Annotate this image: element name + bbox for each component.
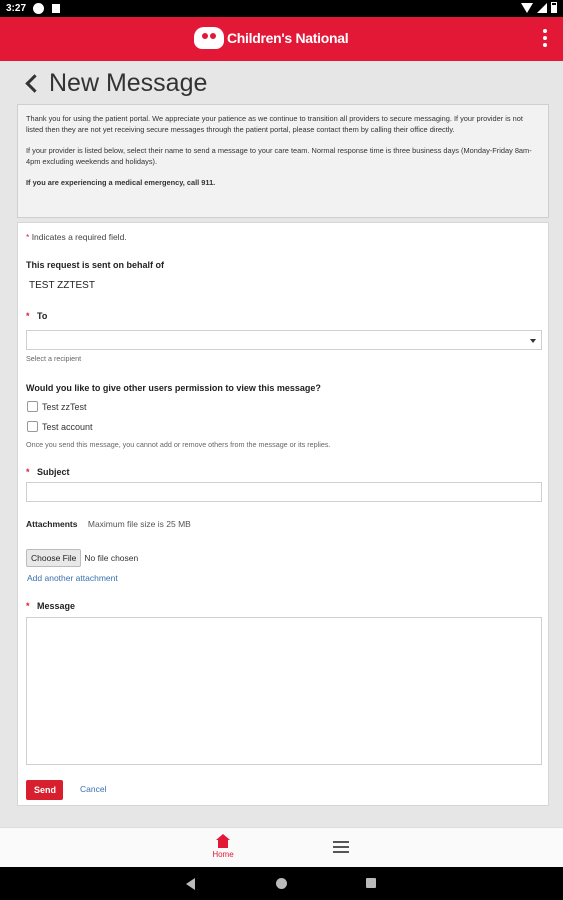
message-textarea[interactable] — [26, 617, 542, 765]
to-label-row: * To — [26, 311, 47, 321]
permission-option-1[interactable]: Test zzTest — [27, 401, 87, 412]
back-button[interactable]: New Message — [22, 68, 207, 98]
file-picker: Choose File No file chosen — [26, 549, 138, 567]
required-note-row: * Indicates a required field. — [26, 232, 127, 242]
message-label-row: * Message — [26, 601, 75, 611]
tab-home[interactable]: Home — [208, 834, 238, 859]
battery-icon — [551, 2, 557, 13]
info-paragraph-1: Thank you for using the patient portal. … — [26, 114, 523, 134]
system-home-icon[interactable] — [276, 878, 287, 889]
attachments-note: Maximum file size is 25 MB — [87, 519, 191, 529]
cancel-link[interactable]: Cancel — [80, 784, 106, 794]
system-recents-icon[interactable] — [366, 878, 376, 888]
to-label: To — [37, 311, 48, 321]
brand-logo: Children's National — [194, 27, 349, 49]
permission-option-label: Test account — [42, 421, 93, 432]
notification-icon — [33, 3, 44, 14]
info-paragraph-2: If your provider is listed below, select… — [26, 146, 532, 166]
required-note: Indicates a required field. — [31, 232, 127, 242]
send-button[interactable]: Send — [26, 780, 63, 800]
attachments-row: Attachments Maximum file size is 25 MB — [26, 519, 191, 529]
bottom-nav: Home — [0, 827, 563, 867]
wifi-icon — [521, 2, 533, 13]
more-vert-icon[interactable] — [541, 29, 549, 49]
behalf-label: This request is sent on behalf of — [26, 260, 165, 270]
message-label: Message — [37, 601, 76, 611]
home-label: Home — [212, 850, 234, 859]
system-back-icon[interactable] — [186, 878, 195, 890]
required-star: * — [26, 232, 30, 242]
choose-file-button[interactable]: Choose File — [26, 549, 82, 567]
permission-label: Would you like to give other users permi… — [26, 383, 321, 393]
subject-label: Subject — [37, 467, 70, 477]
logo-text: Children's National — [227, 30, 349, 46]
chevron-left-icon[interactable] — [25, 73, 44, 93]
message-form: * Indicates a required field. This reque… — [17, 222, 549, 806]
required-star: * — [26, 467, 30, 477]
checkbox[interactable] — [27, 421, 38, 432]
page-title: New Message — [49, 68, 208, 97]
subject-input[interactable] — [26, 482, 542, 502]
required-star: * — [26, 601, 30, 611]
app-bar: Children's National — [0, 17, 563, 61]
add-attachment-link[interactable]: Add another attachment — [27, 573, 118, 583]
home-icon[interactable] — [216, 834, 230, 848]
required-star: * — [26, 311, 30, 321]
status-icons — [521, 2, 557, 13]
behalf-value: TEST ZZTEST — [29, 280, 95, 291]
checkbox[interactable] — [27, 401, 38, 412]
logo-bear-icon — [194, 27, 224, 49]
attachments-label: Attachments — [26, 519, 78, 529]
permission-note: Once you send this message, you cannot a… — [26, 440, 331, 449]
permission-option-2[interactable]: Test account — [27, 421, 93, 432]
system-nav-bar — [0, 867, 563, 900]
info-notice: Thank you for using the patient portal. … — [17, 104, 549, 218]
recipient-hint: Select a recipient — [26, 354, 82, 363]
recipient-select[interactable] — [26, 330, 542, 350]
cellular-icon — [537, 2, 547, 13]
sim-icon — [52, 4, 60, 13]
status-bar: 3:27 — [0, 0, 563, 17]
dropdown-arrow-icon[interactable] — [530, 339, 536, 343]
status-time: 3:27 — [6, 3, 27, 14]
hamburger-icon[interactable] — [333, 841, 349, 853]
emergency-notice: If you are experiencing a medical emerge… — [26, 178, 216, 187]
permission-option-label: Test zzTest — [42, 401, 87, 412]
file-status: No file chosen — [84, 553, 139, 563]
subject-label-row: * Subject — [26, 467, 70, 477]
